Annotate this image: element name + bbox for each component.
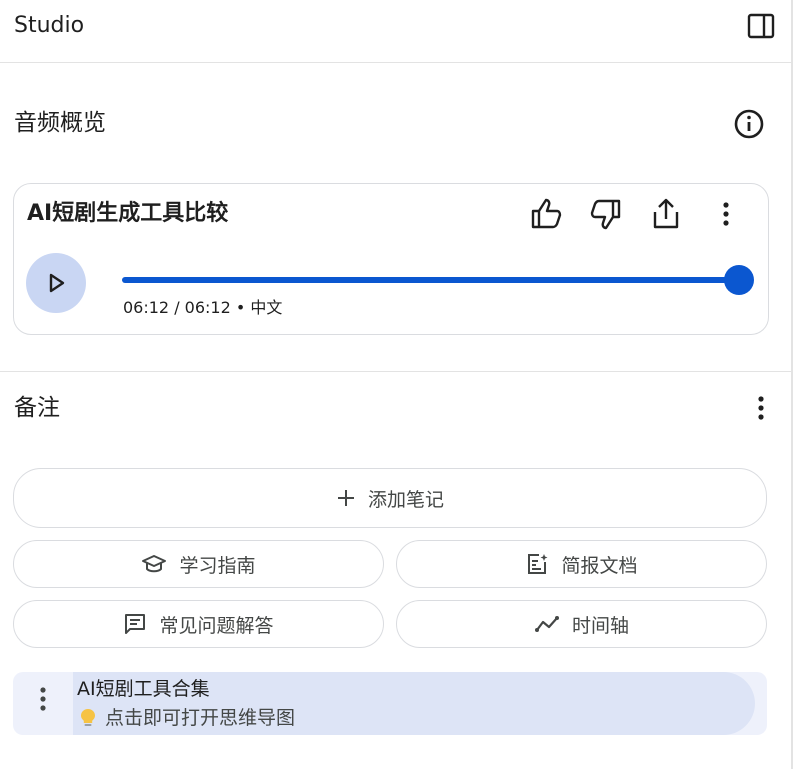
note-more-icon[interactable] (29, 682, 57, 722)
note-subtitle-row: 点击即可打开思维导图 (79, 706, 295, 730)
school-icon (142, 555, 167, 573)
more-vert-icon[interactable] (708, 196, 744, 232)
faq-icon (125, 614, 146, 634)
note-subtitle: 点击即可打开思维导图 (105, 707, 296, 729)
side-panel-icon[interactable] (747, 12, 775, 40)
audio-overview-title: 音频概览 (14, 110, 106, 136)
add-note-label: 添加笔记 (367, 488, 444, 511)
add-note-button[interactable]: 添加笔记 (13, 468, 767, 528)
timeline-label: 时间轴 (571, 614, 629, 637)
lightbulb-icon (81, 709, 95, 726)
audio-time-language: 06:12 / 06:12 • 中文 (123, 298, 283, 317)
study-guide-button[interactable]: 学习指南 (13, 540, 384, 588)
briefing-doc-label: 简报文档 (561, 554, 638, 577)
info-icon[interactable] (733, 108, 765, 140)
notes-more-icon[interactable] (747, 393, 775, 423)
play-icon (49, 273, 65, 293)
play-button[interactable] (26, 253, 86, 313)
note-item[interactable]: AI短剧工具合集 点击即可打开思维导图 (13, 672, 767, 735)
studio-header: Studio (0, 0, 791, 63)
timeline-button[interactable]: 时间轴 (396, 600, 767, 648)
note-title: AI短剧工具合集 (77, 678, 210, 700)
page-title: Studio (14, 13, 85, 38)
thumb-up-icon[interactable] (529, 196, 565, 232)
faq-button[interactable]: 常见问题解答 (13, 600, 384, 648)
plus-icon (337, 490, 354, 506)
briefing-doc-button[interactable]: 简报文档 (396, 540, 767, 588)
audio-overview-card: AI短剧生成工具比较 06:12 / 06:12 • 中文 (13, 183, 769, 335)
study-guide-label: 学习指南 (179, 554, 256, 577)
section-divider (0, 371, 791, 372)
notes-title: 备注 (14, 395, 60, 421)
audio-progress-bar[interactable] (122, 277, 739, 283)
timeline-icon (534, 616, 559, 632)
share-icon[interactable] (648, 196, 684, 232)
briefing-doc-icon (528, 554, 548, 574)
faq-label: 常见问题解答 (159, 614, 274, 637)
audio-title: AI短剧生成工具比较 (27, 201, 229, 226)
audio-progress-handle[interactable] (724, 265, 754, 295)
thumb-down-icon[interactable] (587, 196, 623, 232)
